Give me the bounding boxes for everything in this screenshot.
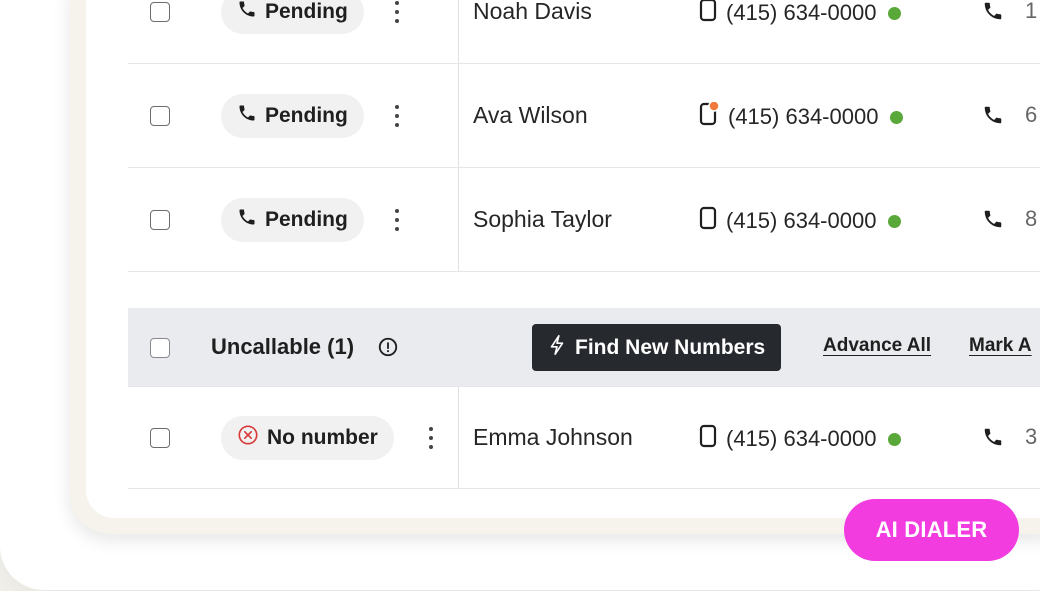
status-label: No number xyxy=(267,426,378,449)
status-badge[interactable]: No number xyxy=(221,416,394,460)
table-row: Pending Ava Wilson (415) 634-0000 6 xyxy=(128,64,1040,168)
phone-value: (415) 634-0000 xyxy=(726,208,877,233)
trailing-value: 8 xyxy=(1025,206,1038,231)
find-new-numbers-label: Find New Numbers xyxy=(575,335,766,359)
ai-dialer-badge: AI DIALER xyxy=(844,499,1019,561)
phone-icon[interactable] xyxy=(982,104,1004,131)
contact-name[interactable]: Emma Johnson xyxy=(473,424,633,451)
column-divider xyxy=(458,387,459,488)
group-select-checkbox[interactable] xyxy=(150,338,170,358)
kebab-menu-icon[interactable] xyxy=(392,209,402,231)
row-checkbox[interactable] xyxy=(150,428,170,448)
online-status-dot xyxy=(890,110,904,124)
kebab-menu-icon[interactable] xyxy=(426,427,436,449)
status-badge[interactable]: Pending xyxy=(221,94,364,138)
table-row: No number Emma Johnson (415) 634-0000 3 xyxy=(128,387,1040,489)
phone-icon xyxy=(237,103,257,129)
row-checkbox[interactable] xyxy=(150,106,170,126)
column-divider xyxy=(458,64,459,167)
column-divider xyxy=(458,0,459,63)
phone-value: (415) 634-0000 xyxy=(726,0,877,25)
mobile-phone-icon xyxy=(698,206,718,236)
online-status-dot xyxy=(888,6,902,20)
phone-value: (415) 634-0000 xyxy=(726,426,877,451)
phone-value: (415) 634-0000 xyxy=(728,104,879,129)
column-divider xyxy=(458,168,459,271)
contacts-panel: Pending Noah Davis (415) 634-0000 1 Pend… xyxy=(86,0,1040,518)
mobile-phone-icon xyxy=(698,0,718,28)
find-new-numbers-button[interactable]: Find New Numbers xyxy=(532,324,782,371)
kebab-menu-icon[interactable] xyxy=(392,1,402,23)
mobile-phone-icon xyxy=(698,424,718,454)
row-checkbox[interactable] xyxy=(150,210,170,230)
trailing-value: 1 xyxy=(1025,0,1038,23)
online-status-dot xyxy=(888,432,902,446)
lightning-icon xyxy=(548,334,566,362)
kebab-menu-icon[interactable] xyxy=(392,105,402,127)
advance-all-link[interactable]: Advance All xyxy=(823,335,931,357)
status-badge[interactable]: Pending xyxy=(221,198,364,242)
mark-all-link[interactable]: Mark A xyxy=(969,335,1032,357)
uncallable-group-header: Uncallable (1) Find New Numbers Advance … xyxy=(128,308,1040,387)
phone-icon xyxy=(237,207,257,233)
phone-icon[interactable] xyxy=(982,426,1004,453)
row-checkbox[interactable] xyxy=(150,2,170,22)
phone-number[interactable]: (415) 634-0000 xyxy=(698,206,902,236)
phone-number[interactable]: (415) 634-0000 xyxy=(698,0,902,28)
status-label: Pending xyxy=(265,104,348,127)
status-label: Pending xyxy=(265,208,348,231)
online-status-dot xyxy=(888,214,902,228)
contact-name[interactable]: Noah Davis xyxy=(473,0,592,25)
group-title: Uncallable (1) xyxy=(211,334,355,359)
info-icon[interactable] xyxy=(377,336,399,363)
contact-name[interactable]: Ava Wilson xyxy=(473,102,588,129)
table-row: Pending Sophia Taylor (415) 634-0000 8 xyxy=(128,168,1040,272)
error-circle-icon xyxy=(237,424,259,452)
status-label: Pending xyxy=(265,0,348,23)
table-row: Pending Noah Davis (415) 634-0000 1 xyxy=(128,0,1040,64)
phone-icon xyxy=(237,0,257,25)
status-badge[interactable]: Pending xyxy=(221,0,364,34)
phone-icon[interactable] xyxy=(982,0,1004,27)
contacts-table: Pending Noah Davis (415) 634-0000 1 Pend… xyxy=(128,0,1040,489)
trailing-value: 6 xyxy=(1025,102,1038,127)
contact-name[interactable]: Sophia Taylor xyxy=(473,206,612,233)
phone-number[interactable]: (415) 634-0000 xyxy=(698,424,902,454)
phone-icon[interactable] xyxy=(982,208,1004,235)
trailing-value: 3 xyxy=(1025,424,1038,449)
phone-number[interactable]: (415) 634-0000 xyxy=(698,100,904,132)
mobile-phone-notification-icon xyxy=(698,100,720,132)
